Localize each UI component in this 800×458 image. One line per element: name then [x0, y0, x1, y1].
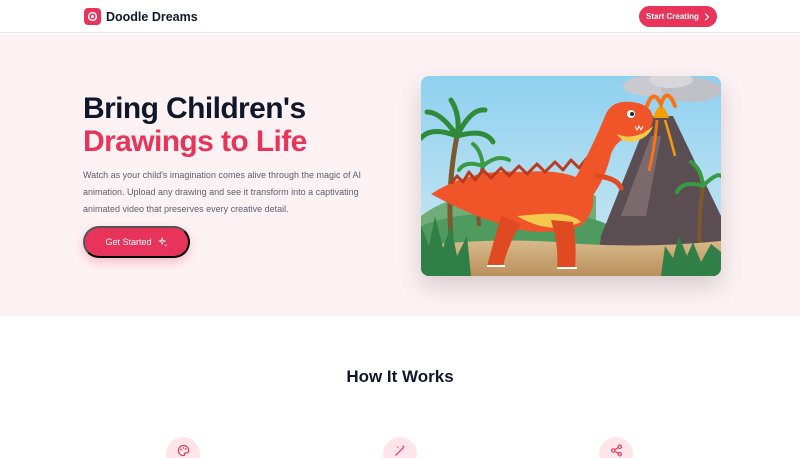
start-creating-label: Start Creating [646, 12, 699, 21]
step-1-icon-badge [166, 437, 200, 458]
hero-title: Bring Children's Drawings to Life [83, 92, 307, 158]
step-3-icon-badge [599, 437, 633, 458]
dinosaur-volcano-image [421, 76, 721, 276]
logo-icon [84, 8, 101, 25]
hero-section: Bring Children's Drawings to Life Watch … [0, 34, 800, 316]
how-it-works-title: How It Works [346, 367, 454, 386]
hero-illustration [421, 76, 721, 276]
hero-title-line2: Drawings to Life [83, 125, 307, 158]
brand-logo[interactable]: Doodle Dreams [84, 8, 198, 25]
sparkles-icon [157, 237, 168, 247]
brand-name: Doodle Dreams [106, 9, 198, 24]
palette-icon [177, 444, 189, 457]
share-icon [610, 444, 622, 457]
top-nav: Doodle Dreams Start Creating [0, 0, 800, 33]
chevron-right-icon [704, 12, 710, 21]
hero-description: Watch as your child's imagination comes … [83, 170, 362, 214]
magic-wand-icon [394, 444, 405, 456]
get-started-label: Get Started [105, 237, 152, 247]
step-2-icon-badge [383, 437, 417, 458]
get-started-button[interactable]: Get Started [83, 226, 190, 258]
hero-title-line1: Bring Children's [83, 92, 306, 125]
start-creating-button[interactable]: Start Creating [639, 6, 717, 27]
